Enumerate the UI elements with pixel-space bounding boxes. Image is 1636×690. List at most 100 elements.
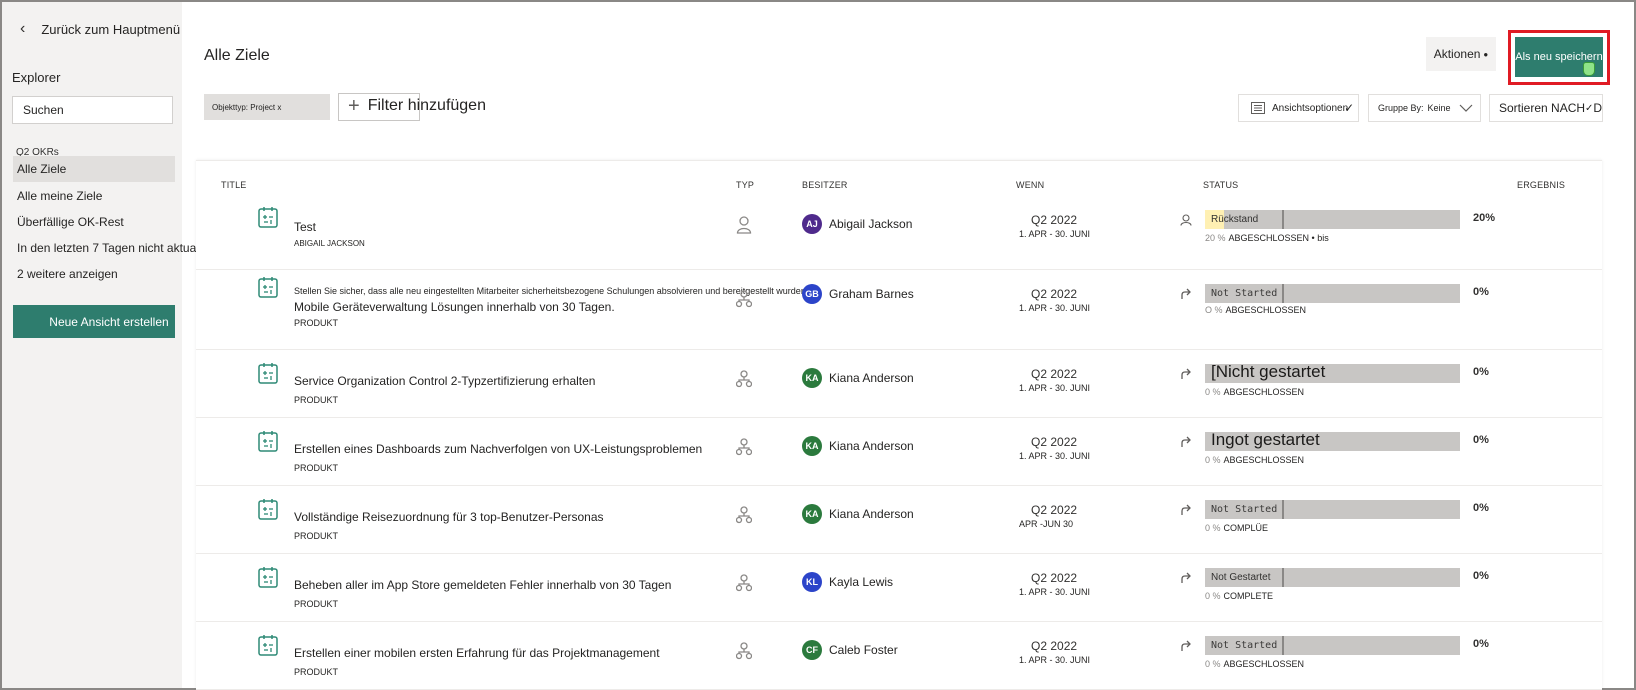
status-label: Rückstand bbox=[1211, 214, 1259, 225]
hierarchy-icon bbox=[735, 574, 753, 592]
quarter-label: Q2 2022 bbox=[1031, 571, 1078, 585]
avatar: KA bbox=[802, 368, 822, 388]
result-percent: 0% bbox=[1473, 434, 1489, 446]
date-range: 1. APR - 30. JUNI bbox=[1019, 383, 1091, 393]
date-range: APR -JUN 30 bbox=[1019, 519, 1074, 529]
completion-text: 0 % COMPLÜE bbox=[1205, 523, 1268, 533]
owner-name[interactable]: Kiana Anderson bbox=[829, 371, 914, 385]
actions-button[interactable]: Aktionen ● bbox=[1426, 37, 1496, 71]
share-arrow-icon bbox=[1180, 288, 1192, 303]
row-subtitle: PRODUKT bbox=[294, 667, 339, 677]
progress-bar: Not Gestartet bbox=[1205, 568, 1460, 587]
progress-bar: Not Started bbox=[1205, 500, 1460, 519]
row-title[interactable]: Erstellen einer mobilen ersten Erfahrung… bbox=[294, 646, 660, 660]
result-percent: 0% bbox=[1473, 570, 1489, 582]
progress-marker bbox=[1282, 636, 1284, 655]
column-header-title[interactable]: TITLE bbox=[221, 180, 247, 190]
progress-marker bbox=[1282, 500, 1284, 519]
hierarchy-icon bbox=[735, 370, 753, 388]
view-options-button[interactable]: Ansichtsoptionen ✓ bbox=[1238, 94, 1359, 122]
row-title[interactable]: Service Organization Control 2-Typzertif… bbox=[294, 374, 595, 388]
sidebar-item-show-more[interactable]: 2 weitere anzeigen bbox=[13, 261, 175, 287]
avatar: AJ bbox=[802, 214, 822, 234]
owner-name[interactable]: Caleb Foster bbox=[829, 643, 898, 657]
row-title[interactable]: Beheben aller im App Store gemeldeten Fe… bbox=[294, 578, 671, 592]
completion-text: 0 % ABGESCHLOSSEN bbox=[1205, 455, 1304, 465]
row-subtitle: PRODUKT bbox=[294, 318, 339, 328]
column-header-owner[interactable]: BESITZER bbox=[802, 180, 848, 190]
actions-label: Aktionen bbox=[1433, 47, 1481, 61]
status-label: Ingot gestartet bbox=[1211, 430, 1320, 449]
row-title[interactable]: Vollständige Reisezuordnung für 3 top-Be… bbox=[294, 510, 604, 524]
progress-bar: [Nicht gestartet bbox=[1205, 362, 1460, 383]
add-filter-label-wrap[interactable]: + Filter hinzufügen bbox=[348, 96, 486, 116]
hand-cursor-icon bbox=[1583, 62, 1595, 76]
filter-chip[interactable]: Objekttyp: Project x bbox=[204, 94, 330, 120]
group-by-dropdown[interactable]: Gruppe By: Keine bbox=[1368, 94, 1481, 122]
back-to-main-menu-link[interactable]: ‹ Zurück zum Hauptmenü bbox=[20, 20, 180, 38]
objective-icon bbox=[258, 362, 278, 384]
checkmark-icon: ✓ bbox=[1344, 101, 1355, 115]
table-row[interactable] bbox=[196, 196, 1602, 270]
sidebar-item-my-goals[interactable]: Alle meine Ziele bbox=[13, 183, 175, 209]
row-title[interactable]: Test bbox=[294, 220, 316, 234]
owner-name[interactable]: Kiana Anderson bbox=[829, 439, 914, 453]
completion-number: 20 % bbox=[1205, 233, 1226, 243]
objective-icon bbox=[258, 566, 278, 588]
view-options-label: Ansichtsoptionen bbox=[1272, 102, 1349, 114]
completion-status: ABGESCHLOSSEN bbox=[1223, 659, 1305, 669]
column-header-when[interactable]: WENN bbox=[1016, 180, 1044, 190]
group-by-label: Gruppe By: bbox=[1378, 103, 1424, 113]
status-label: Not Started bbox=[1211, 288, 1278, 299]
row-subtitle: PRODUKT bbox=[294, 395, 339, 405]
result-percent: 0% bbox=[1473, 286, 1489, 298]
search-input[interactable] bbox=[12, 96, 173, 124]
result-percent: 0% bbox=[1473, 366, 1489, 378]
result-percent: 0% bbox=[1473, 638, 1489, 650]
row-title[interactable]: Erstellen eines Dashboards zum Nachverfo… bbox=[294, 442, 702, 456]
create-view-button[interactable]: Neue Ansicht erstellen bbox=[13, 305, 175, 338]
objective-icon bbox=[258, 634, 278, 656]
checkmark-icon: ✓ bbox=[1585, 102, 1594, 114]
person-icon bbox=[736, 216, 752, 234]
sort-label: Sortieren NACH bbox=[1499, 101, 1586, 115]
quarter-label: Q2 2022 bbox=[1031, 367, 1078, 381]
owner-name[interactable]: Abigail Jackson bbox=[829, 217, 912, 231]
date-range: 1. APR - 30. JUNI bbox=[1019, 655, 1091, 665]
progress-bar: Rückstand bbox=[1205, 210, 1460, 229]
owner-name[interactable]: Kayla Lewis bbox=[829, 575, 893, 589]
objective-icon bbox=[258, 498, 278, 520]
progress-marker bbox=[1282, 568, 1284, 587]
progress-marker bbox=[1282, 210, 1284, 229]
sidebar-item-not-updated[interactable]: In den letzten 7 Tagen nicht aktualisier… bbox=[13, 235, 224, 261]
sidebar-item-all-goals[interactable]: Alle Ziele bbox=[13, 156, 175, 182]
sidebar: ‹ Zurück zum Hauptmenü Explorer Q2 OKRs … bbox=[2, 2, 224, 688]
owner-name[interactable]: Graham Barnes bbox=[829, 287, 914, 301]
owner-name[interactable]: Kiana Anderson bbox=[829, 507, 914, 521]
row-title[interactable]: Stellen Sie sicher, dass alle neu einges… bbox=[294, 286, 806, 296]
completion-number: 0 % bbox=[1205, 523, 1221, 533]
quarter-label: Q2 2022 bbox=[1031, 287, 1078, 301]
sort-print-button[interactable]: Sortieren NACH ✓ Drucken bbox=[1489, 94, 1603, 122]
completion-status: ABGESCHLOSSEN bbox=[1225, 305, 1307, 315]
row-subtitle: PRODUKT bbox=[294, 599, 339, 609]
sidebar-item-overdue[interactable]: Überfällige OK-Rest bbox=[13, 209, 175, 235]
objective-icon bbox=[258, 206, 278, 228]
avatar: GB bbox=[802, 284, 822, 304]
completion-number: 0 % bbox=[1205, 455, 1221, 465]
hierarchy-icon bbox=[735, 506, 753, 524]
completion-number: 0 % bbox=[1205, 591, 1221, 601]
column-header-type[interactable]: TYP bbox=[736, 180, 754, 190]
column-header-status[interactable]: STATUS bbox=[1203, 180, 1238, 190]
share-arrow-icon bbox=[1180, 504, 1192, 519]
share-arrow-icon bbox=[1180, 572, 1192, 587]
avatar: CF bbox=[802, 640, 822, 660]
completion-text: 20 % ABGESCHLOSSEN • bis bbox=[1205, 233, 1329, 243]
chevron-left-icon: ‹ bbox=[20, 20, 26, 37]
row-title-line2[interactable]: Mobile Geräteverwaltung Lösungen innerha… bbox=[294, 300, 615, 314]
date-range: 1. APR - 30. JUNI bbox=[1019, 303, 1091, 313]
quarter-label: Q2 2022 bbox=[1031, 213, 1078, 227]
row-subtitle: PRODUKT bbox=[294, 463, 339, 473]
result-percent: 20% bbox=[1473, 212, 1496, 224]
column-header-result[interactable]: ERGEBNIS bbox=[1517, 180, 1565, 190]
